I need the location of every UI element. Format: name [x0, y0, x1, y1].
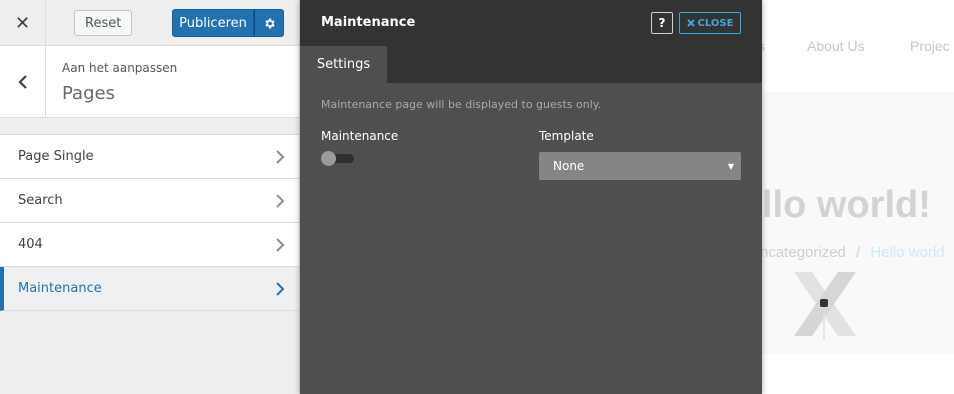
template-select[interactable]: None ▼	[539, 152, 741, 180]
reset-button[interactable]: Reset	[74, 10, 133, 36]
panel-item-label: 404	[18, 237, 43, 252]
chevron-right-icon	[276, 238, 285, 252]
close-customizer-button[interactable]: ✕	[0, 0, 46, 46]
nav-link-about-us[interactable]: About Us	[807, 38, 865, 54]
panel-item-404[interactable]: 404	[0, 223, 299, 267]
customizer-topbar: ✕ Reset Publiceren	[0, 0, 299, 46]
panel-item-page-single[interactable]: Page Single	[0, 135, 299, 179]
modal-tabs: Settings	[300, 46, 762, 83]
modal-title: Maintenance	[321, 15, 416, 30]
maintenance-toggle[interactable]	[321, 151, 354, 166]
publish-button[interactable]: Publiceren	[172, 9, 254, 37]
maintenance-notice: Maintenance page will be displayed to gu…	[321, 98, 602, 111]
close-icon: ✕	[14, 12, 31, 34]
customizer-sidebar: ✕ Reset Publiceren Aan het aanpassen Pag…	[0, 0, 300, 394]
chevron-right-icon	[276, 194, 285, 208]
help-button[interactable]: ?	[651, 12, 673, 34]
back-button[interactable]	[0, 46, 46, 118]
template-select-value: None	[553, 159, 585, 173]
nav-link-projects[interactable]: Projec	[910, 38, 950, 54]
maintenance-modal: Maintenance ? CLOSE Settings Maintenance…	[300, 0, 762, 394]
panel-item-label: Search	[18, 193, 63, 208]
close-button[interactable]: CLOSE	[679, 12, 741, 34]
panel-item-maintenance[interactable]: Maintenance	[0, 267, 299, 311]
panel-item-search[interactable]: Search	[0, 179, 299, 223]
section-header: Aan het aanpassen Pages	[0, 46, 299, 118]
close-label: CLOSE	[697, 17, 734, 29]
template-label: Template	[539, 129, 594, 143]
chevron-right-icon	[276, 150, 285, 164]
panel-item-label: Page Single	[18, 149, 94, 164]
panel-item-label: Maintenance	[18, 281, 102, 296]
toggle-knob	[321, 151, 336, 166]
section-title: Pages	[62, 83, 115, 104]
breadcrumb-category[interactable]: ncategorized	[760, 244, 846, 261]
modal-header: Maintenance ? CLOSE	[300, 0, 762, 46]
breadcrumb-current: Hello world	[870, 244, 945, 261]
x-logo-icon	[794, 272, 856, 340]
caret-down-icon: ▼	[727, 162, 734, 171]
tab-settings[interactable]: Settings	[300, 46, 387, 83]
breadcrumb-separator: /	[856, 244, 861, 261]
breadcrumb: ncategorized / Hello world	[760, 244, 945, 261]
close-icon	[686, 19, 695, 27]
chevron-left-icon	[17, 75, 27, 89]
maintenance-label: Maintenance	[321, 129, 399, 143]
publish-settings-button[interactable]	[254, 9, 284, 37]
hero-title: llo world!	[762, 184, 931, 226]
gear-icon	[264, 18, 275, 28]
chevron-right-icon	[276, 282, 285, 296]
customizing-label: Aan het aanpassen	[62, 61, 178, 75]
panel-list: Page Single Search 404 Maintenance	[0, 134, 299, 311]
